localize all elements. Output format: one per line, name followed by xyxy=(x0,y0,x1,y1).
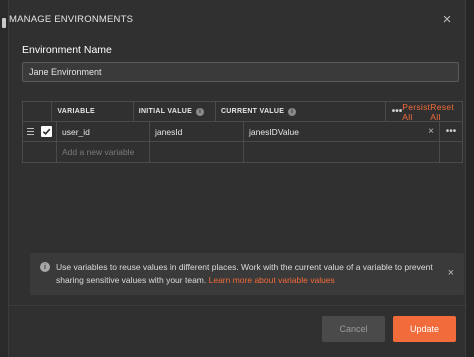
header-check-spacer xyxy=(35,102,53,121)
more-options-icon[interactable]: ••• xyxy=(392,106,403,117)
new-variable-input[interactable]: Add a new variable xyxy=(57,142,150,162)
cancel-button[interactable]: Cancel xyxy=(322,316,385,342)
persist-all-button[interactable]: Persist All xyxy=(402,102,430,122)
header-actions: ••• Persist All Reset All xyxy=(386,102,462,122)
initial-value-cell[interactable]: janesId xyxy=(150,122,244,141)
new-row-more-cell xyxy=(440,142,462,162)
modal-title: MANAGE ENVIRONMENTS xyxy=(9,13,134,25)
clear-value-icon[interactable]: × xyxy=(428,126,434,137)
notice-text: Use variables to reuse values in differe… xyxy=(56,261,436,287)
new-variable-placeholder: Add a new variable xyxy=(62,147,135,157)
new-current-value-cell[interactable] xyxy=(244,142,440,162)
current-value: janesIDValue xyxy=(249,126,299,137)
reset-all-button[interactable]: Reset All xyxy=(430,102,454,122)
new-initial-value-cell[interactable] xyxy=(150,142,244,162)
footer-divider xyxy=(9,305,467,306)
close-icon[interactable]: × xyxy=(439,12,455,27)
header-current-value-label: CURRENT VALUE xyxy=(220,108,285,115)
header-actions-group: ••• Persist All Reset All xyxy=(386,102,462,122)
row-checkbox-cell xyxy=(37,122,57,141)
table-row: user_id janesId janesIDValue × ••• xyxy=(23,122,462,142)
variables-table: VARIABLE INITIAL VALUE i CURRENT VALUE i •… xyxy=(22,101,463,163)
environment-name-value: Jane Environment xyxy=(29,67,102,77)
info-icon[interactable]: i xyxy=(288,107,297,116)
header-current-value: CURRENT VALUE i xyxy=(216,102,386,121)
manage-environments-modal: MANAGE ENVIRONMENTS × Environment Name J… xyxy=(8,0,467,357)
environment-name-label: Environment Name xyxy=(22,44,112,56)
update-button[interactable]: Update xyxy=(393,316,456,342)
table-row-new: Add a new variable xyxy=(23,142,462,162)
variable-name-cell[interactable]: user_id xyxy=(57,122,150,141)
header-variable: VARIABLE xyxy=(52,102,134,121)
current-value-cell[interactable]: janesIDValue × xyxy=(244,122,440,141)
variable-name: user_id xyxy=(62,126,90,137)
header-drag-spacer xyxy=(23,102,35,121)
row-more-options-icon[interactable]: ••• xyxy=(446,126,457,137)
new-row-check-spacer xyxy=(37,142,57,162)
info-circle-icon: i xyxy=(40,262,50,272)
backdrop-left-strip xyxy=(0,0,8,357)
dismiss-notice-icon[interactable]: × xyxy=(448,267,454,279)
row-enabled-checkbox[interactable] xyxy=(41,126,52,137)
backdrop-right-strip xyxy=(466,0,474,357)
hamburger-icon xyxy=(26,128,34,135)
header-variable-label: VARIABLE xyxy=(57,108,95,115)
drag-handle[interactable] xyxy=(23,122,37,141)
checkmark-icon xyxy=(42,128,51,136)
backdrop-marker xyxy=(2,18,6,28)
row-more-cell: ••• xyxy=(440,122,462,141)
new-row-drag-spacer xyxy=(23,142,37,162)
info-icon[interactable]: i xyxy=(196,107,205,116)
table-header-row: VARIABLE INITIAL VALUE i CURRENT VALUE i •… xyxy=(23,102,462,122)
header-initial-value: INITIAL VALUE i xyxy=(134,102,216,121)
modal-header: MANAGE ENVIRONMENTS × xyxy=(9,0,465,38)
header-initial-value-label: INITIAL VALUE xyxy=(138,108,193,115)
info-notice: i Use variables to reuse values in diffe… xyxy=(30,253,464,295)
learn-more-link[interactable]: Learn more about variable values xyxy=(209,275,335,285)
initial-value: janesId xyxy=(155,126,183,137)
environment-name-input[interactable]: Jane Environment xyxy=(22,62,459,82)
